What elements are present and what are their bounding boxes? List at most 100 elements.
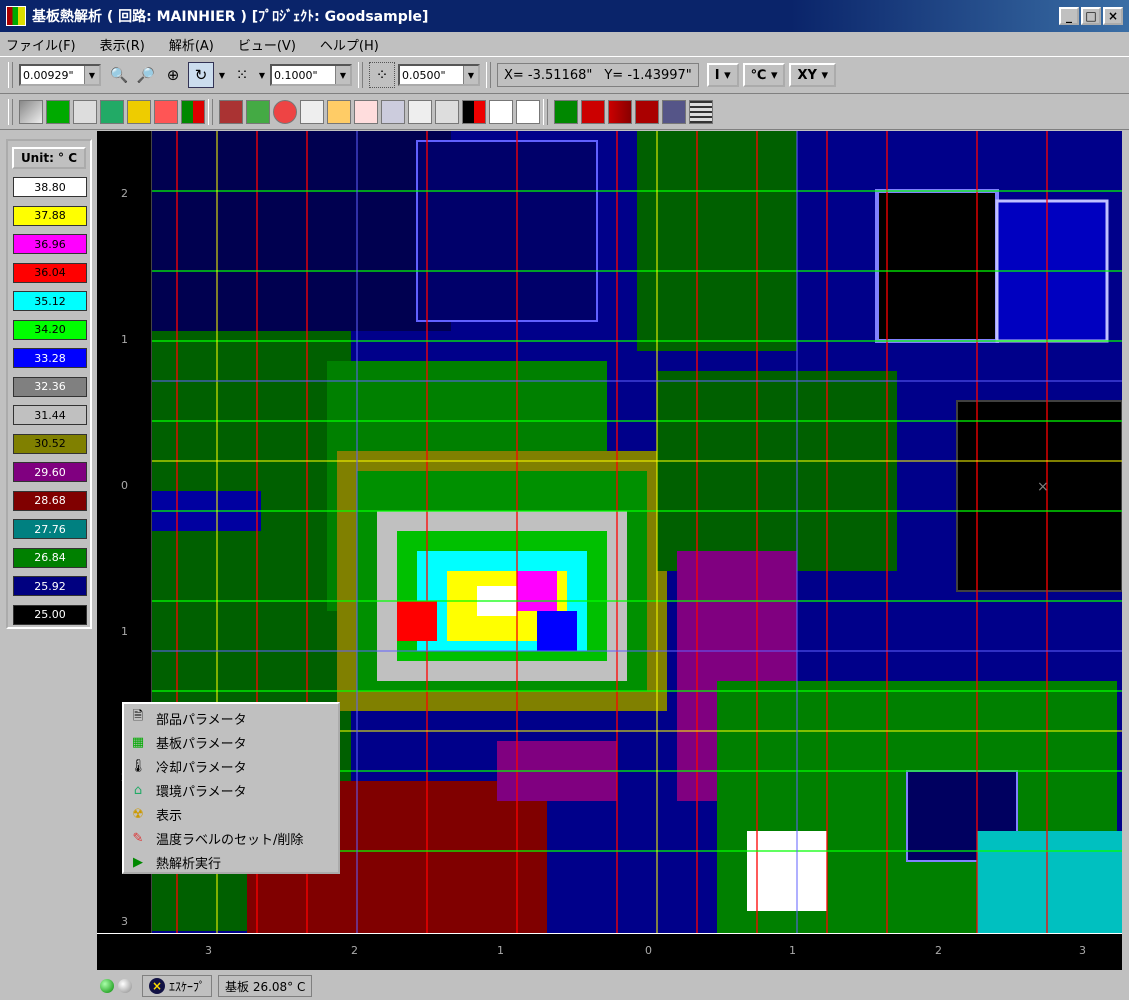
legend-swatch: 33.28: [13, 348, 87, 368]
menu-view[interactable]: ビュー(V): [238, 35, 296, 54]
menu-bar: ファイル(F) 表示(R) 解析(A) ビュー(V) ヘルプ(H): [0, 32, 1129, 56]
chevron-down-icon[interactable]: ▼: [217, 63, 227, 87]
menu-view-display[interactable]: 表示(R): [100, 35, 145, 54]
environment-param-icon[interactable]: [100, 99, 124, 124]
board-icon: ▦: [131, 734, 145, 750]
redraw-icon[interactable]: ↻: [188, 62, 214, 88]
unit-i-button[interactable]: I ▾: [706, 63, 739, 87]
legend-swatch: 35.12: [13, 291, 87, 311]
menu-item-label: 環境パラメータ: [156, 784, 247, 800]
snap-icon[interactable]: ⁘: [369, 62, 395, 88]
vruler-label: 1: [121, 625, 128, 638]
grid-value: 0.1000": [274, 68, 318, 82]
green-layer-icon[interactable]: [554, 99, 578, 124]
toolbar-analysis: [0, 94, 1129, 130]
zoom-value: 0.00929": [23, 68, 74, 82]
menu-analysis[interactable]: 解析(A): [169, 35, 214, 54]
environment-icon: ⌂: [133, 782, 143, 798]
menu-item-cooling-params[interactable]: 🌡 冷却パラメータ: [124, 754, 338, 778]
board-param-icon[interactable]: [46, 99, 70, 124]
zoom-out-icon[interactable]: 🔎: [134, 63, 158, 87]
component-param-icon[interactable]: [19, 99, 43, 124]
display-icon[interactable]: [127, 99, 151, 124]
chevron-down-icon[interactable]: ▼: [463, 66, 478, 84]
menu-item-label: 熱解析実行: [156, 856, 222, 872]
grid-combo[interactable]: 0.1000" ▼: [270, 64, 352, 86]
snap-combo[interactable]: 0.0500" ▼: [398, 64, 480, 86]
status-bar: × ｴｽｹｰﾌﾟ 基板 26.08° C: [0, 972, 1129, 1000]
menu-item-label: 温度ラベルのセット/削除: [156, 832, 304, 848]
window-controls: _ □ ×: [1059, 7, 1123, 25]
title-bar: 基板熱解析 ( 回路: MAINHIER ) [ﾌﾟﾛｼﾞｪｸﾄ: Goodsa…: [0, 0, 1129, 32]
toolbar-grip[interactable]: [8, 62, 13, 88]
align-icon[interactable]: [435, 99, 459, 124]
mixed-layer-icon[interactable]: [608, 99, 632, 124]
red-layer-icon[interactable]: [581, 99, 605, 124]
cooling-param-icon[interactable]: [73, 99, 97, 124]
toolbar-grip[interactable]: [8, 98, 13, 125]
app-icon[interactable]: [6, 6, 26, 26]
menu-item-component-params[interactable]: 🗎 部品パラメータ: [124, 706, 338, 730]
unit-c-label: ℃: [750, 67, 767, 83]
select-area-icon[interactable]: [354, 99, 378, 124]
menu-item-display[interactable]: ☢ 表示: [124, 802, 338, 826]
menu-help[interactable]: ヘルプ(H): [320, 35, 379, 54]
coordinate-readout: X= -3.51168" Y= -1.43997": [497, 63, 699, 87]
unit-xy-button[interactable]: XY ▾: [789, 63, 836, 87]
vruler-label: 1: [121, 333, 128, 346]
menu-item-environment-params[interactable]: ⌂ 環境パラメータ: [124, 778, 338, 802]
context-menu: 🗎 部品パラメータ ▦ 基板パラメータ 🌡 冷却パラメータ ⌂ 環境パラメータ …: [122, 702, 340, 874]
chevron-down-icon[interactable]: ▼: [335, 66, 350, 84]
display-icon: ☢: [132, 806, 144, 822]
delete-icon[interactable]: [273, 99, 297, 124]
escape-button[interactable]: × ｴｽｹｰﾌﾟ: [142, 975, 213, 997]
pointer-a-icon[interactable]: [489, 99, 513, 124]
hruler-label: 1: [789, 944, 796, 957]
zoom-fit-icon[interactable]: ⊕: [161, 63, 185, 87]
menu-file[interactable]: ファイル(F): [6, 35, 76, 54]
menu-item-label: 部品パラメータ: [156, 712, 247, 728]
add-icon[interactable]: [300, 99, 324, 124]
maximize-button[interactable]: □: [1081, 7, 1101, 25]
property-icon[interactable]: [381, 99, 405, 124]
legend-swatch: 36.04: [13, 262, 87, 283]
vruler-label: 0: [121, 479, 128, 492]
vruler-label: 2: [121, 187, 128, 200]
top-layer-icon[interactable]: [635, 99, 659, 124]
grid-icon[interactable]: ⁙: [230, 63, 254, 87]
fill-icon[interactable]: [462, 99, 486, 124]
list-icon[interactable]: [689, 99, 713, 124]
mirror-icon[interactable]: [408, 99, 432, 124]
chevron-down-icon[interactable]: ▼: [84, 66, 99, 84]
toolbar-main: 0.00929" ▼ 🔍 🔎 ⊕ ↻ ▼ ⁙ ▼ 0.1000" ▼ ⁘ 0.0…: [0, 56, 1129, 94]
svg-text:×: ×: [1037, 479, 1049, 495]
menu-item-board-params[interactable]: ▦ 基板パラメータ: [124, 730, 338, 754]
legend-swatch: 36.96: [13, 234, 87, 254]
menu-item-run-analysis[interactable]: ▶ 熱解析実行: [124, 850, 338, 874]
status-led-gray-icon: [118, 979, 132, 993]
hruler-label: 2: [351, 944, 358, 957]
toolbar-separator: [486, 62, 491, 88]
close-button[interactable]: ×: [1103, 7, 1123, 25]
menu-item-label: 冷却パラメータ: [156, 760, 247, 776]
board-temperature-status: 基板 26.08° C: [218, 975, 313, 997]
target-icon[interactable]: [662, 99, 686, 124]
unit-c-button[interactable]: ℃ ▾: [742, 63, 786, 87]
menu-item-temp-label[interactable]: ✎ 温度ラベルのセット/削除: [124, 826, 338, 850]
component-icon: 🗎: [132, 709, 144, 724]
hruler-label: 0: [645, 944, 652, 957]
hruler-label: 1: [497, 944, 504, 957]
zoom-combo[interactable]: 0.00929" ▼: [19, 64, 101, 86]
legend-swatch: 25.00: [13, 604, 87, 625]
pin-icon[interactable]: [327, 99, 351, 124]
unit-xy-label: XY: [797, 67, 817, 83]
minimize-button[interactable]: _: [1059, 7, 1079, 25]
temperature-legend: Unit: ° C 38.80 37.88 36.96 36.04 35.12 34.20…: [6, 139, 92, 629]
chevron-down-icon[interactable]: ▼: [257, 63, 267, 87]
pointer-b-icon[interactable]: [516, 99, 540, 124]
move-icon[interactable]: [246, 99, 270, 124]
layers-icon[interactable]: [219, 99, 243, 124]
temp-label-icon[interactable]: [154, 99, 178, 124]
run-analysis-icon[interactable]: [181, 99, 205, 124]
zoom-in-icon[interactable]: 🔍: [107, 63, 131, 87]
